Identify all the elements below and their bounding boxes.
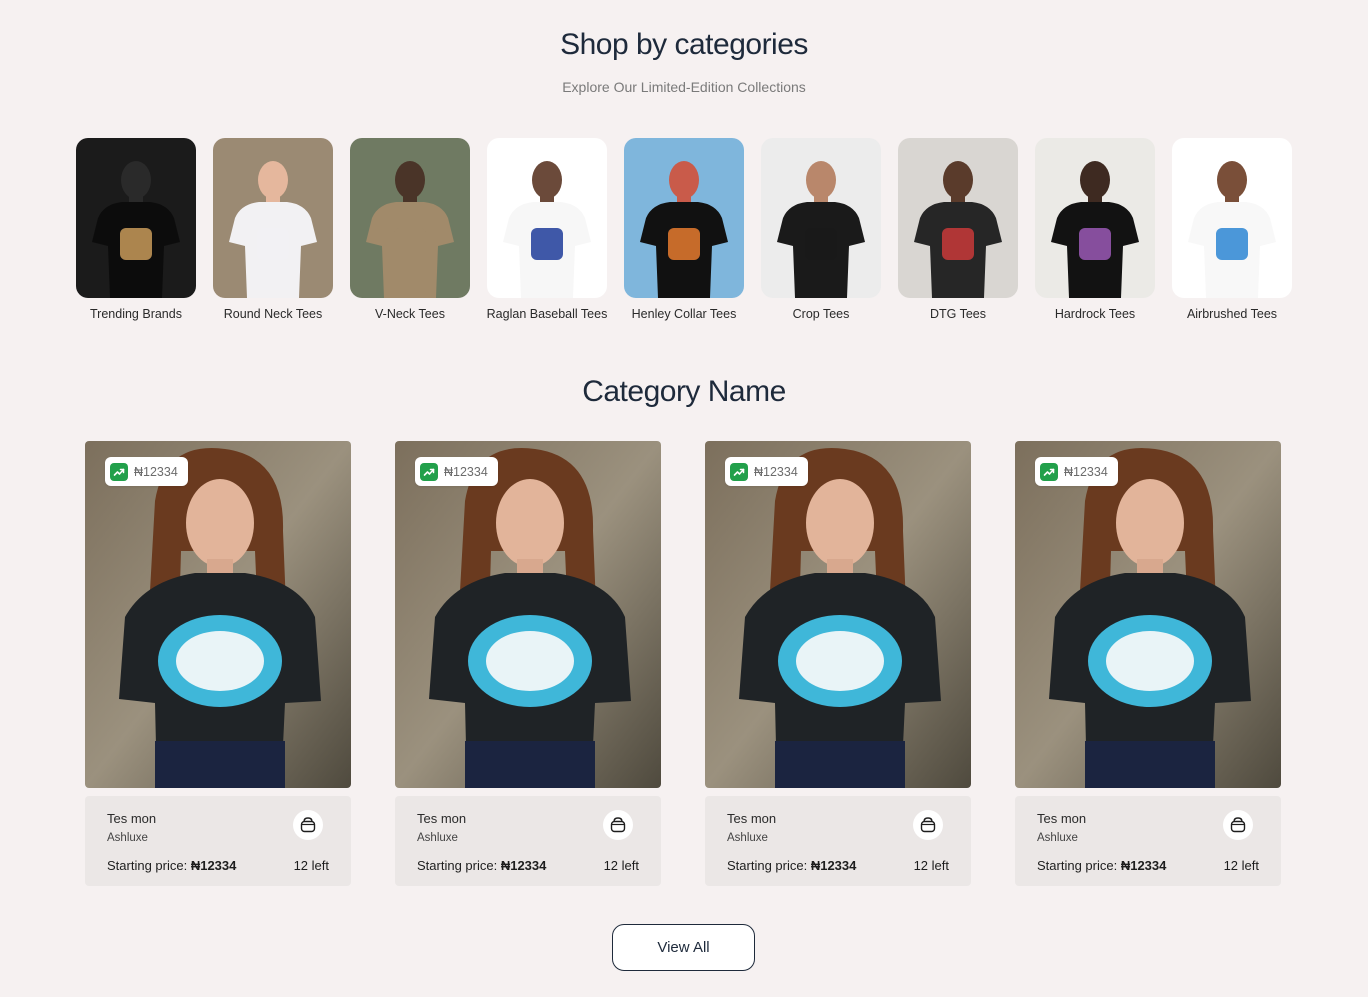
category-image[interactable] (213, 138, 333, 298)
price-badge-value: ₦12334 (134, 464, 178, 479)
category-image[interactable] (624, 138, 744, 298)
page-title: Shop by categories (560, 28, 808, 61)
product-grid: ₦12334 Tes mon Ashluxe Starting price: ₦… (85, 441, 1281, 886)
category-image[interactable] (487, 138, 607, 298)
shopping-bag-icon (920, 817, 936, 833)
category-label: Henley Collar Tees (631, 307, 737, 321)
category-crop-tees[interactable]: Crop Tees (761, 138, 881, 321)
shopping-bag-icon (1230, 817, 1246, 833)
shopping-bag-icon (610, 817, 626, 833)
starting-price-value: ₦12334 (500, 858, 547, 873)
category-trending-brands[interactable]: Trending Brands (76, 138, 196, 321)
category-label: Trending Brands (90, 307, 182, 321)
category-label: V-Neck Tees (375, 307, 445, 321)
category-dtg-tees[interactable]: DTG Tees (898, 138, 1018, 321)
price-badge: ₦12334 (725, 457, 808, 486)
category-image[interactable] (1035, 138, 1155, 298)
category-label: Airbrushed Tees (1186, 307, 1278, 321)
price-badge: ₦12334 (1035, 457, 1118, 486)
category-v-neck-tees[interactable]: V-Neck Tees (350, 138, 470, 321)
product-card[interactable]: ₦12334 Tes mon Ashluxe Starting price: ₦… (85, 441, 351, 886)
category-image[interactable] (350, 138, 470, 298)
category-list: Trending Brands Round Neck Tees V-Neck T… (76, 138, 1292, 321)
product-image[interactable]: ₦12334 (395, 441, 661, 788)
price-badge-value: ₦12334 (444, 464, 488, 479)
category-label: Round Neck Tees (223, 307, 323, 321)
product-image[interactable]: ₦12334 (705, 441, 971, 788)
trending-up-icon (730, 462, 748, 481)
category-label: DTG Tees (929, 307, 987, 321)
stock-count: 12 left (913, 858, 949, 873)
add-to-bag-button[interactable] (293, 810, 323, 840)
starting-price-label: Starting price: (727, 858, 808, 873)
price-row: Starting price: ₦12334 12 left (1037, 858, 1259, 873)
category-image[interactable] (761, 138, 881, 298)
price-row: Starting price: ₦12334 12 left (417, 858, 639, 873)
category-image[interactable] (1172, 138, 1292, 298)
category-label: Hardrock Tees (1054, 307, 1136, 321)
price-badge-value: ₦12334 (754, 464, 798, 479)
product-info: Tes mon Ashluxe Starting price: ₦12334 1… (1015, 796, 1281, 886)
category-henley-collar-tees[interactable]: Henley Collar Tees (624, 138, 744, 321)
trending-up-icon (1040, 462, 1058, 481)
product-info: Tes mon Ashluxe Starting price: ₦12334 1… (705, 796, 971, 886)
stock-count: 12 left (603, 858, 639, 873)
product-card[interactable]: ₦12334 Tes mon Ashluxe Starting price: ₦… (705, 441, 971, 886)
product-info: Tes mon Ashluxe Starting price: ₦12334 1… (395, 796, 661, 886)
product-image[interactable]: ₦12334 (1015, 441, 1281, 788)
view-all-button[interactable]: View All (612, 924, 755, 971)
starting-price-value: ₦12334 (1120, 858, 1167, 873)
starting-price-value: ₦12334 (190, 858, 237, 873)
add-to-bag-button[interactable] (603, 810, 633, 840)
category-hardrock-tees[interactable]: Hardrock Tees (1035, 138, 1155, 321)
page-subtitle: Explore Our Limited-Edition Collections (562, 79, 806, 95)
category-image[interactable] (898, 138, 1018, 298)
category-raglan-baseball-tees[interactable]: Raglan Baseball Tees (487, 138, 607, 321)
price-badge-value: ₦12334 (1064, 464, 1108, 479)
category-label: Crop Tees (792, 307, 850, 321)
price-row: Starting price: ₦12334 12 left (107, 858, 329, 873)
category-image[interactable] (76, 138, 196, 298)
product-card[interactable]: ₦12334 Tes mon Ashluxe Starting price: ₦… (395, 441, 661, 886)
product-image[interactable]: ₦12334 (85, 441, 351, 788)
stock-count: 12 left (1223, 858, 1259, 873)
starting-price-label: Starting price: (1037, 858, 1118, 873)
stock-count: 12 left (293, 858, 329, 873)
price-badge: ₦12334 (105, 457, 188, 486)
price-badge: ₦12334 (415, 457, 498, 486)
add-to-bag-button[interactable] (1223, 810, 1253, 840)
starting-price-label: Starting price: (417, 858, 498, 873)
category-airbrushed-tees[interactable]: Airbrushed Tees (1172, 138, 1292, 321)
section-title: Category Name (582, 375, 786, 408)
product-card[interactable]: ₦12334 Tes mon Ashluxe Starting price: ₦… (1015, 441, 1281, 886)
shopping-bag-icon (300, 817, 316, 833)
category-label: Raglan Baseball Tees (486, 307, 608, 321)
product-info: Tes mon Ashluxe Starting price: ₦12334 1… (85, 796, 351, 886)
price-row: Starting price: ₦12334 12 left (727, 858, 949, 873)
trending-up-icon (420, 462, 438, 481)
trending-up-icon (110, 462, 128, 481)
starting-price-value: ₦12334 (810, 858, 857, 873)
starting-price-label: Starting price: (107, 858, 188, 873)
category-round-neck-tees[interactable]: Round Neck Tees (213, 138, 333, 321)
add-to-bag-button[interactable] (913, 810, 943, 840)
